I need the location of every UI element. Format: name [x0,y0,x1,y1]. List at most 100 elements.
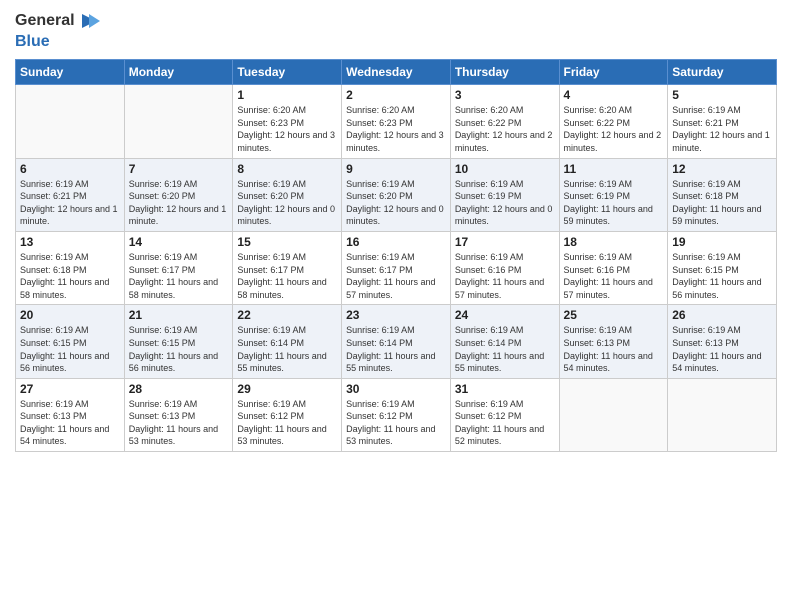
calendar-cell: 15Sunrise: 6:19 AM Sunset: 6:17 PM Dayli… [233,231,342,304]
day-info: Sunrise: 6:19 AM Sunset: 6:13 PM Dayligh… [20,398,120,448]
calendar-week-row: 20 Sunrise: 6:19 AM Sunset: 6:15 PM Dayli… [16,305,777,378]
day-info: Sunrise: 6:19 AM Sunset: 6:12 PM Dayligh… [346,398,446,448]
day-number: 25 [564,308,664,322]
day-number: 27 [20,382,120,396]
day-info: Sunrise: 6:19 AM Sunset: 6:17 PM Dayligh… [237,251,337,301]
calendar-cell: 6 Sunrise: 6:19 AM Sunset: 6:21 PM Daylig… [16,158,125,231]
day-number: 31 [455,382,555,396]
weekday-header: Tuesday [233,60,342,85]
day-info: Sunrise: 6:19 AM Sunset: 6:14 PM Dayligh… [237,324,337,374]
weekday-header: Sunday [16,60,125,85]
day-number: 29 [237,382,337,396]
day-number: 17 [455,235,555,249]
day-info: Sunrise: 6:19 AM Sunset: 6:16 PM Dayligh… [564,251,664,301]
day-number: 4 [564,88,664,102]
calendar-cell: 16 Sunrise: 6:19 AM Sunset: 6:17 PM Dayli… [342,231,451,304]
day-info: Sunrise: 6:19 AM Sunset: 6:21 PM Dayligh… [672,104,772,154]
day-info: Sunrise: 6:19 AM Sunset: 6:18 PM Dayligh… [20,251,120,301]
calendar-week-row: 27 Sunrise: 6:19 AM Sunset: 6:13 PM Dayli… [16,378,777,451]
day-number: 12 [672,162,772,176]
logo-text: General Blue [15,10,100,51]
calendar-cell: 17 Sunrise: 6:19 AM Sunset: 6:16 PM Dayli… [450,231,559,304]
day-info: Sunrise: 6:19 AM Sunset: 6:21 PM Dayligh… [20,178,120,228]
calendar-cell: 26 Sunrise: 6:19 AM Sunset: 6:13 PM Dayli… [668,305,777,378]
calendar-week-row: 1 Sunrise: 6:20 AM Sunset: 6:23 PM Daylig… [16,85,777,158]
calendar-cell: 31 Sunrise: 6:19 AM Sunset: 6:12 PM Dayli… [450,378,559,451]
calendar-cell [668,378,777,451]
day-info: Sunrise: 6:19 AM Sunset: 6:14 PM Dayligh… [455,324,555,374]
calendar-cell: 9 Sunrise: 6:19 AM Sunset: 6:20 PM Daylig… [342,158,451,231]
calendar-cell: 2 Sunrise: 6:20 AM Sunset: 6:23 PM Daylig… [342,85,451,158]
weekday-header: Saturday [668,60,777,85]
day-info: Sunrise: 6:19 AM Sunset: 6:13 PM Dayligh… [129,398,229,448]
day-info: Sunrise: 6:19 AM Sunset: 6:15 PM Dayligh… [129,324,229,374]
day-info: Sunrise: 6:19 AM Sunset: 6:12 PM Dayligh… [237,398,337,448]
day-number: 14 [129,235,229,249]
calendar-cell: 22Sunrise: 6:19 AM Sunset: 6:14 PM Dayli… [233,305,342,378]
day-info: Sunrise: 6:20 AM Sunset: 6:23 PM Dayligh… [346,104,446,154]
logo: General Blue [15,10,100,51]
calendar-cell: 12 Sunrise: 6:19 AM Sunset: 6:18 PM Dayli… [668,158,777,231]
day-info: Sunrise: 6:20 AM Sunset: 6:22 PM Dayligh… [564,104,664,154]
day-number: 1 [237,88,337,102]
day-number: 8 [237,162,337,176]
calendar-cell: 24Sunrise: 6:19 AM Sunset: 6:14 PM Dayli… [450,305,559,378]
calendar-week-row: 6 Sunrise: 6:19 AM Sunset: 6:21 PM Daylig… [16,158,777,231]
day-info: Sunrise: 6:19 AM Sunset: 6:17 PM Dayligh… [129,251,229,301]
day-number: 19 [672,235,772,249]
calendar-cell: 1 Sunrise: 6:20 AM Sunset: 6:23 PM Daylig… [233,85,342,158]
day-number: 28 [129,382,229,396]
calendar-cell: 19Sunrise: 6:19 AM Sunset: 6:15 PM Dayli… [668,231,777,304]
calendar-cell: 18Sunrise: 6:19 AM Sunset: 6:16 PM Dayli… [559,231,668,304]
day-info: Sunrise: 6:19 AM Sunset: 6:20 PM Dayligh… [237,178,337,228]
calendar-cell: 8 Sunrise: 6:19 AM Sunset: 6:20 PM Daylig… [233,158,342,231]
calendar-week-row: 13 Sunrise: 6:19 AM Sunset: 6:18 PM Dayli… [16,231,777,304]
logo-blue: Blue [15,33,50,50]
calendar-cell: 4 Sunrise: 6:20 AM Sunset: 6:22 PM Daylig… [559,85,668,158]
day-info: Sunrise: 6:19 AM Sunset: 6:15 PM Dayligh… [20,324,120,374]
calendar-cell: 25Sunrise: 6:19 AM Sunset: 6:13 PM Dayli… [559,305,668,378]
day-info: Sunrise: 6:19 AM Sunset: 6:13 PM Dayligh… [672,324,772,374]
calendar-cell: 28 Sunrise: 6:19 AM Sunset: 6:13 PM Dayli… [124,378,233,451]
logo-general: General [15,11,75,30]
weekday-header: Monday [124,60,233,85]
calendar-cell: 7Sunrise: 6:19 AM Sunset: 6:20 PM Daylig… [124,158,233,231]
day-number: 20 [20,308,120,322]
day-number: 10 [455,162,555,176]
calendar-cell: 3Sunrise: 6:20 AM Sunset: 6:22 PM Daylig… [450,85,559,158]
day-number: 2 [346,88,446,102]
calendar-cell: 21Sunrise: 6:19 AM Sunset: 6:15 PM Dayli… [124,305,233,378]
day-number: 7 [129,162,229,176]
day-number: 26 [672,308,772,322]
day-info: Sunrise: 6:19 AM Sunset: 6:12 PM Dayligh… [455,398,555,448]
calendar-cell: 5 Sunrise: 6:19 AM Sunset: 6:21 PM Daylig… [668,85,777,158]
day-number: 5 [672,88,772,102]
calendar-cell: 14 Sunrise: 6:19 AM Sunset: 6:17 PM Dayli… [124,231,233,304]
day-info: Sunrise: 6:20 AM Sunset: 6:22 PM Dayligh… [455,104,555,154]
calendar-cell: 20 Sunrise: 6:19 AM Sunset: 6:15 PM Dayli… [16,305,125,378]
header: General Blue [15,10,777,51]
logo-icon [78,10,100,32]
calendar-cell: 10Sunrise: 6:19 AM Sunset: 6:19 PM Dayli… [450,158,559,231]
calendar-cell: 30Sunrise: 6:19 AM Sunset: 6:12 PM Dayli… [342,378,451,451]
day-info: Sunrise: 6:19 AM Sunset: 6:17 PM Dayligh… [346,251,446,301]
day-number: 11 [564,162,664,176]
calendar-cell: 23Sunrise: 6:19 AM Sunset: 6:14 PM Dayli… [342,305,451,378]
day-number: 23 [346,308,446,322]
day-info: Sunrise: 6:19 AM Sunset: 6:18 PM Dayligh… [672,178,772,228]
weekday-header: Wednesday [342,60,451,85]
calendar-cell [16,85,125,158]
day-info: Sunrise: 6:19 AM Sunset: 6:19 PM Dayligh… [564,178,664,228]
weekday-header: Thursday [450,60,559,85]
calendar-header-row: SundayMondayTuesdayWednesdayThursdayFrid… [16,60,777,85]
day-number: 13 [20,235,120,249]
page: General Blue SundayMondayTuesdayWednesday… [0,0,792,612]
day-number: 9 [346,162,446,176]
day-info: Sunrise: 6:19 AM Sunset: 6:16 PM Dayligh… [455,251,555,301]
day-number: 6 [20,162,120,176]
calendar-cell [559,378,668,451]
day-info: Sunrise: 6:19 AM Sunset: 6:20 PM Dayligh… [346,178,446,228]
day-info: Sunrise: 6:20 AM Sunset: 6:23 PM Dayligh… [237,104,337,154]
calendar-cell: 27 Sunrise: 6:19 AM Sunset: 6:13 PM Dayli… [16,378,125,451]
day-number: 16 [346,235,446,249]
